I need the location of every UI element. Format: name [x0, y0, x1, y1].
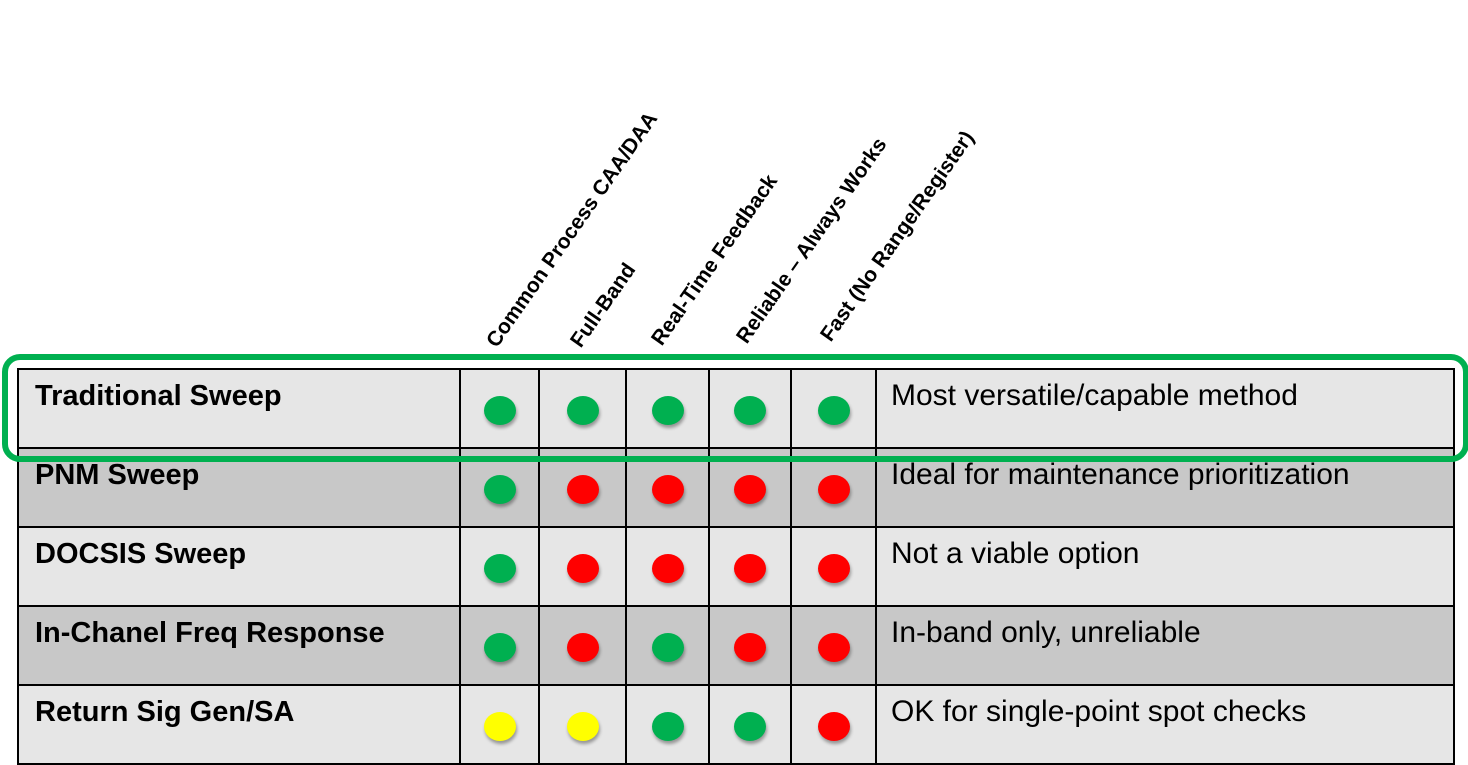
- status-dot-bad-icon: [566, 475, 599, 504]
- method-name: Return Sig Gen/SA: [17, 684, 461, 765]
- column-header-fast: Fast (No Range/Register): [815, 126, 979, 346]
- rating-cell: [459, 684, 540, 765]
- status-dot-bad-icon: [817, 633, 850, 662]
- status-dot-bad-icon: [566, 554, 599, 583]
- rating-cell: [708, 605, 792, 686]
- rating-cell: [708, 526, 792, 607]
- column-header-full-band: Full-Band: [565, 259, 641, 352]
- status-dot-bad-icon: [651, 554, 684, 583]
- column-header-common-process: Common Process CAA/DAA: [481, 108, 663, 352]
- method-name: DOCSIS Sweep: [17, 526, 461, 607]
- status-dot-good-icon: [817, 396, 850, 425]
- table-row: Traditional Sweep Most versatile/capable …: [17, 368, 1455, 449]
- status-dot-good-icon: [734, 396, 766, 425]
- rating-cell: [708, 684, 792, 765]
- table-row: Return Sig Gen/SA OK for single-point spo…: [17, 684, 1455, 765]
- rating-cell: [459, 526, 540, 607]
- column-header-reliable: Reliable – Always Works: [731, 133, 892, 348]
- rating-cell: [459, 447, 540, 528]
- rating-cell: [708, 447, 792, 528]
- status-dot-good-icon: [651, 396, 684, 425]
- status-dot-good-icon: [483, 475, 516, 504]
- rating-cell: [459, 605, 540, 686]
- method-name: Traditional Sweep: [17, 368, 461, 449]
- method-name: PNM Sweep: [17, 447, 461, 528]
- status-dot-good-icon: [566, 396, 599, 425]
- rating-cell: [625, 605, 710, 686]
- status-dot-bad-icon: [817, 475, 850, 504]
- rating-cell: [790, 447, 877, 528]
- method-note: Most versatile/capable method: [875, 368, 1455, 449]
- rating-cell: [790, 684, 877, 765]
- method-note: In-band only, unreliable: [875, 605, 1455, 686]
- rating-cell: [625, 368, 710, 449]
- status-dot-bad-icon: [566, 633, 599, 662]
- column-headers: Common Process CAA/DAA Full-Band Real-Ti…: [0, 0, 1468, 360]
- rating-cell: [625, 526, 710, 607]
- rating-cell: [708, 368, 792, 449]
- rating-cell: [625, 684, 710, 765]
- rating-cell: [538, 447, 627, 528]
- rating-cell: [538, 368, 627, 449]
- status-dot-bad-icon: [734, 475, 766, 504]
- rating-cell: [790, 526, 877, 607]
- status-dot-partial-icon: [483, 712, 516, 741]
- rating-cell: [625, 447, 710, 528]
- method-note: Not a viable option: [875, 526, 1455, 607]
- status-dot-bad-icon: [651, 475, 684, 504]
- method-note: OK for single-point spot checks: [875, 684, 1455, 765]
- status-dot-bad-icon: [734, 554, 766, 583]
- status-dot-bad-icon: [734, 633, 766, 662]
- status-dot-good-icon: [483, 396, 516, 425]
- rating-cell: [538, 526, 627, 607]
- table-row: DOCSIS Sweep Not a viable option: [17, 526, 1455, 607]
- status-dot-good-icon: [651, 712, 684, 741]
- status-dot-partial-icon: [566, 712, 599, 741]
- status-dot-bad-icon: [817, 712, 850, 741]
- method-note: Ideal for maintenance prioritization: [875, 447, 1455, 528]
- comparison-table: Traditional Sweep Most versatile/capable …: [17, 368, 1455, 765]
- rating-cell: [790, 368, 877, 449]
- table-row: In-Chanel Freq Response In-band only, unr…: [17, 605, 1455, 686]
- rating-cell: [538, 605, 627, 686]
- status-dot-bad-icon: [817, 554, 850, 583]
- status-dot-good-icon: [483, 633, 516, 662]
- rating-cell: [538, 684, 627, 765]
- status-dot-good-icon: [483, 554, 516, 583]
- rating-cell: [459, 368, 540, 449]
- rating-cell: [790, 605, 877, 686]
- status-dot-good-icon: [651, 633, 684, 662]
- table-row: PNM Sweep Ideal for maintenance prioritiz…: [17, 447, 1455, 528]
- method-name: In-Chanel Freq Response: [17, 605, 461, 686]
- status-dot-good-icon: [734, 712, 766, 741]
